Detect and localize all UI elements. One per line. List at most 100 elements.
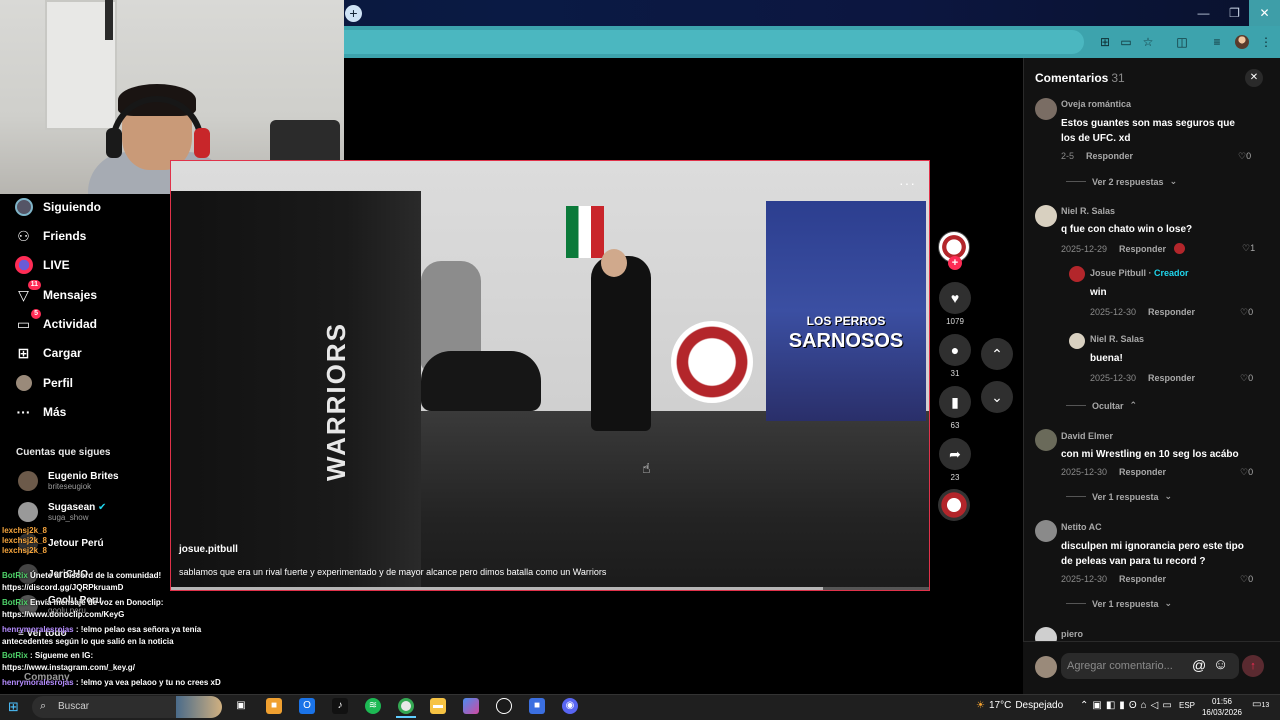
app-icon[interactable]: ■ <box>529 698 545 714</box>
nav-item-actividad[interactable]: ▭ 5 Actividad <box>14 308 97 335</box>
language-indicator[interactable]: ESP <box>1179 701 1195 710</box>
comment-meta: 2025-12-29 Responder <box>1061 243 1186 254</box>
next-video-button[interactable]: ⌄ <box>981 381 1013 413</box>
cast-icon[interactable]: ▭ <box>1118 34 1134 50</box>
comment-user[interactable]: Netito AC <box>1061 522 1102 532</box>
chat-text: : Sígueme en IG: <box>30 651 94 660</box>
copilot-icon[interactable] <box>463 698 479 714</box>
send-comment-button[interactable]: ↑ <box>1242 655 1264 677</box>
reply-button[interactable]: Responder <box>1119 574 1166 584</box>
comment-user[interactable]: David Elmer <box>1061 431 1113 441</box>
playlist-icon[interactable]: ≡ <box>1209 34 1225 50</box>
new-tab-button[interactable]: + <box>345 5 362 22</box>
discord-icon[interactable]: ◉ <box>562 698 578 714</box>
notification-center[interactable]: ▭13 <box>1252 699 1269 710</box>
share-count: 23 <box>950 473 960 482</box>
nav-item-friends[interactable]: ⚇ Friends <box>14 225 86 247</box>
extensions-icon[interactable]: ◫ <box>1174 34 1190 50</box>
nav-item-cargar[interactable]: ⊞ Cargar <box>14 342 82 364</box>
address-bar[interactable] <box>344 30 1084 54</box>
nav-label: Perfil <box>43 376 74 390</box>
avatar[interactable] <box>1035 520 1057 542</box>
nav-item-perfil[interactable]: Perfil <box>14 372 73 394</box>
video-more-button[interactable]: ··· <box>899 175 916 191</box>
nav-item-siguiendo[interactable]: Siguiendo <box>14 196 101 218</box>
video-author-username[interactable]: josue.pitbull <box>179 544 238 555</box>
comment-like[interactable]: ♡0 <box>1240 467 1253 478</box>
spotify-icon[interactable]: ≋ <box>365 698 381 714</box>
view-replies-button[interactable]: Ver 1 respuesta ⌄ <box>1066 491 1172 502</box>
comment-like[interactable]: ♡0 <box>1240 574 1253 585</box>
comment-like[interactable]: ♡1 <box>1242 243 1255 254</box>
profile-avatar[interactable] <box>1235 35 1249 49</box>
nav-label: Mensajes <box>43 288 98 302</box>
hide-replies-button[interactable]: Ocultar ⌃ <box>1066 400 1137 411</box>
store-icon[interactable]: ■ <box>266 698 282 714</box>
star-icon[interactable]: ☆ <box>1140 34 1156 50</box>
mention-button[interactable]: @ <box>1192 657 1206 673</box>
like-action[interactable]: ♥ 1079 <box>939 282 971 326</box>
comment-user[interactable]: Oveja romántica <box>1061 99 1131 109</box>
menu-icon[interactable]: ⋮ <box>1258 34 1274 50</box>
comment-user[interactable]: Josue Pitbull · Creador <box>1090 268 1189 278</box>
view-replies-button[interactable]: Ver 1 respuesta ⌄ <box>1066 598 1172 609</box>
save-action[interactable]: ▮ 63 <box>939 386 971 430</box>
reply-button[interactable]: Responder <box>1086 151 1133 161</box>
avatar[interactable] <box>1035 205 1057 227</box>
avatar[interactable] <box>1035 98 1057 120</box>
chrome-icon[interactable] <box>398 698 414 714</box>
tiktok-icon[interactable]: ♪ <box>332 698 348 714</box>
minimize-button[interactable]: — <box>1188 0 1219 26</box>
account-item[interactable]: Eugenio Brites briteseugiok <box>18 468 119 494</box>
comment-user[interactable]: Niel R. Salas <box>1061 206 1115 216</box>
account-handle: suga_show <box>48 513 89 522</box>
share-action[interactable]: ➦ 23 <box>939 438 971 482</box>
account-item[interactable]: Sugasean ✔ suga_show <box>18 499 106 525</box>
reply-button[interactable]: Responder <box>1119 244 1166 254</box>
file-explorer-icon[interactable]: ▬ <box>430 698 446 714</box>
outlook-icon[interactable]: O <box>299 698 315 714</box>
video-warriors-logo <box>671 321 753 403</box>
messages-badge: 11 <box>27 279 41 290</box>
system-tray[interactable]: ⌃▣◧▮ʘ⌂◁▭ <box>1080 700 1176 711</box>
windows-start-icon[interactable]: ⊞ <box>8 700 22 714</box>
weather-widget[interactable]: ☀ 17°C Despejado <box>976 700 1063 711</box>
comment-like[interactable]: ♡0 <box>1240 373 1253 384</box>
avatar[interactable] <box>1069 266 1085 282</box>
account-handle: briteseugiok <box>48 482 92 491</box>
nav-item-live[interactable]: LIVE <box>14 254 70 276</box>
nav-item-mensajes[interactable]: ▽ 11 Mensajes <box>14 279 98 306</box>
translate-icon[interactable]: ⊞ <box>1097 34 1113 50</box>
reply-button[interactable]: Responder <box>1119 467 1166 477</box>
account-name: Eugenio Brites <box>48 471 119 482</box>
clock[interactable]: 01:56 16/03/2026 <box>1200 696 1244 718</box>
avatar[interactable] <box>1035 429 1057 451</box>
obs-icon[interactable] <box>496 698 512 714</box>
previous-video-button[interactable]: ⌃ <box>981 338 1013 370</box>
maximize-button[interactable]: ❐ <box>1219 0 1250 26</box>
video-banner-text: LOS PERROS SARNOSOS <box>788 314 904 352</box>
nav-label: LIVE <box>43 258 70 272</box>
chat-user: lexchsj2k_8 <box>2 526 47 535</box>
heart-icon: ♥ <box>939 282 971 314</box>
active-app-indicator <box>396 716 416 718</box>
music-disc[interactable] <box>938 489 970 521</box>
emoji-button[interactable]: ☺ <box>1213 656 1228 673</box>
comment-user[interactable]: piero <box>1061 629 1083 639</box>
view-replies-button[interactable]: Ver 2 respuestas ⌄ <box>1066 176 1177 187</box>
chat-line: henrymoralesrojas : !elmo ya vea pelaoo … <box>2 678 221 687</box>
reply-button[interactable]: Responder <box>1148 307 1195 317</box>
comment-user[interactable]: Niel R. Salas <box>1090 334 1144 344</box>
nav-item-mas[interactable]: ··· Más <box>14 401 67 423</box>
follow-button[interactable]: + <box>948 256 962 270</box>
reply-button[interactable]: Responder <box>1148 373 1195 383</box>
comment-like[interactable]: ♡0 <box>1238 151 1251 162</box>
messages-icon: ▽ 11 <box>14 279 41 305</box>
task-view-icon[interactable]: ▣ <box>233 698 249 714</box>
close-window-button[interactable]: ✕ <box>1249 0 1280 26</box>
comment-action[interactable]: ● 31 <box>939 334 971 378</box>
avatar[interactable] <box>1069 333 1085 349</box>
comment-like[interactable]: ♡0 <box>1240 307 1253 318</box>
close-comments-button[interactable]: ✕ <box>1245 69 1263 87</box>
video-player[interactable]: LOS PERROS SARNOSOS WARRIORS ··· josue.pi… <box>170 160 930 591</box>
